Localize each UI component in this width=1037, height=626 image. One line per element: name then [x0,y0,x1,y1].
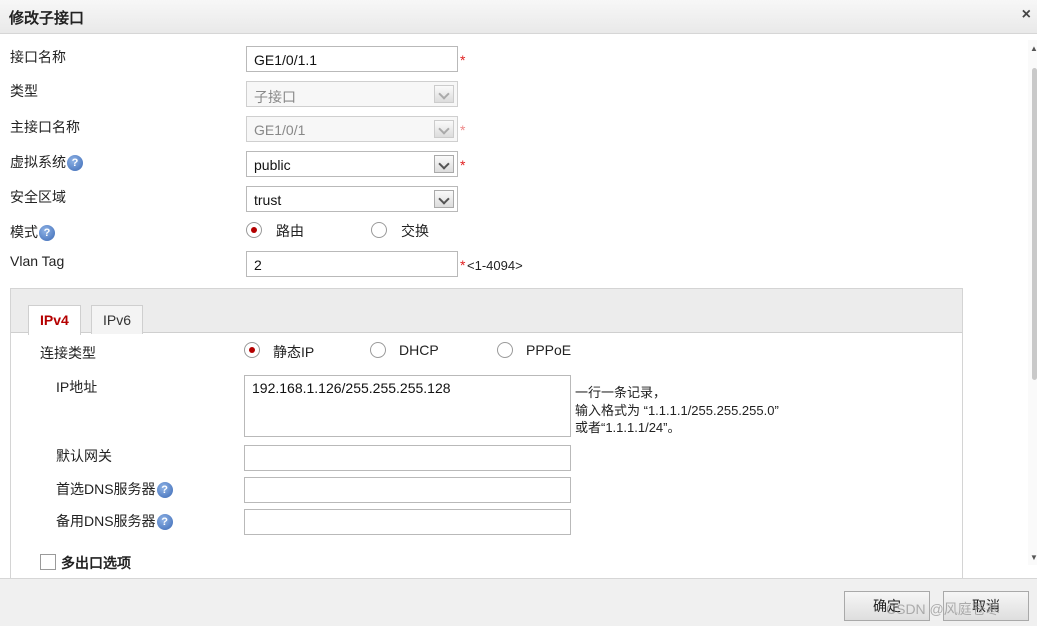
scrollbar-thumb[interactable] [1032,68,1037,380]
zone-select[interactable]: trust [246,186,458,212]
required-mark: * [460,52,466,68]
mode-switch-label: 交换 [401,223,429,239]
gateway-input[interactable] [244,445,571,471]
vsys-label-text: 虚拟系统 [10,154,66,170]
dialog-titlebar: 修改子接口 × [0,0,1037,34]
modify-subinterface-dialog: 修改子接口 × ▲ ▼ 接口名称 GE1/0/1.1 * 类型 子接口 主接口名… [0,0,1037,626]
zone-select-value: trust [254,192,282,208]
tab-ipv6[interactable]: IPv6 [91,305,144,334]
pppoe-label: PPPoE [526,342,572,358]
dhcp-label: DHCP [399,342,439,358]
vsys-select-value: public [254,157,291,173]
vsys-select[interactable]: public [246,151,458,177]
multi-egress-label: 多出口选项 [61,555,131,571]
mode-switch-radio[interactable] [371,222,387,238]
ip-hint-line-1: 一行一条记录， [575,385,667,400]
help-icon[interactable]: ? [156,514,173,531]
interface-name-input[interactable]: GE1/0/1.1 [246,46,458,72]
scroll-down-icon[interactable]: ▼ [1030,553,1037,562]
type-select: 子接口 [246,81,458,107]
parent-interface-value: GE1/0/1 [254,122,306,138]
dialog-footer: 确定 取消 CSDN @风庭苍寒 [0,578,1037,626]
pppoe-radio[interactable] [497,342,513,358]
gateway-label: 默认网关 [56,448,112,464]
required-mark: * [460,122,466,138]
help-icon[interactable]: ? [39,225,55,242]
dns-secondary-label: 备用DNS服务器? [56,511,173,531]
connection-type-label: 连接类型 [40,345,96,361]
parent-interface-label: 主接口名称 [10,119,80,135]
chevron-down-icon[interactable] [434,190,454,208]
help-icon[interactable]: ? [156,482,173,499]
multi-egress-checkbox[interactable] [40,554,56,570]
mode-label-text: 模式 [10,224,38,240]
watermark: CSDN @风庭苍寒 [886,601,1000,617]
tab-strip: IPv4 IPv6 [11,289,962,335]
mode-route-label: 路由 [276,223,304,239]
dns-secondary-input[interactable] [244,509,571,535]
ip-address-textarea[interactable]: 192.168.1.126/255.255.255.128 [244,375,571,437]
dns-secondary-label-text: 备用DNS服务器 [56,513,156,529]
dhcp-radio[interactable] [370,342,386,358]
vsys-label: 虚拟系统? [10,152,83,172]
vlan-tag-input[interactable]: 2 [246,251,458,277]
required-mark: * [460,157,466,173]
close-icon[interactable]: × [1022,6,1031,24]
help-icon[interactable]: ? [67,155,83,172]
chevron-down-icon [434,85,454,103]
ip-address-label: IP地址 [56,379,98,395]
required-mark: * [460,257,466,273]
vlan-tag-label: Vlan Tag [10,253,65,269]
tab-ipv4[interactable]: IPv4 [28,305,81,335]
type-select-value: 子接口 [254,89,296,105]
interface-name-label: 接口名称 [10,49,66,65]
static-ip-label: 静态IP [273,344,315,360]
zone-label: 安全区域 [10,189,66,205]
dialog-title: 修改子接口 [9,10,85,27]
chevron-down-icon[interactable] [434,155,454,173]
ip-hint-line-3: 或者“1.1.1.1/24”。 [575,420,681,435]
vlan-tag-range: <1-4094> [467,258,523,273]
parent-interface-select: GE1/0/1 [246,116,458,142]
mode-label: 模式? [10,222,55,242]
dns-primary-label-text: 首选DNS服务器 [56,481,156,497]
type-label: 类型 [10,83,38,99]
static-ip-radio[interactable] [244,342,260,358]
mode-route-radio[interactable] [246,222,262,238]
dns-primary-input[interactable] [244,477,571,503]
chevron-down-icon [434,120,454,138]
scroll-up-icon[interactable]: ▲ [1030,44,1037,53]
dns-primary-label: 首选DNS服务器? [56,479,173,499]
